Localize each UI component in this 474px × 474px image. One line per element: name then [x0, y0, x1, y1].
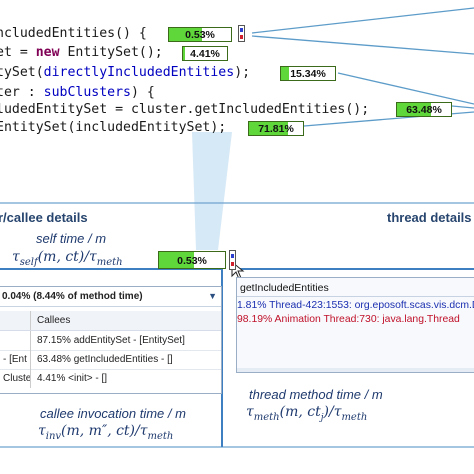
callout-line-2 [251, 35, 474, 55]
code-line-4: ter : subClusters) { [0, 85, 155, 100]
code-line-6: EntitySet(includedEntitySet); [0, 120, 227, 135]
code-line-1: ncludedEntities() { [0, 26, 147, 41]
thread-time-formula: τmeth(m, ctj)/τmeth [246, 404, 368, 423]
thread-time-label: thread method time / m [249, 387, 383, 402]
metric-badge-1[interactable]: 0.53% [168, 27, 232, 42]
callee-column-header: Callees [0, 311, 221, 331]
code-line-2: et = new EntitySet(); [0, 45, 163, 60]
callee-panel: 0.04% (8.44% of method time) ▼ Callees 8… [0, 286, 222, 394]
callee-panel-header: 0.04% (8.44% of method time) ▼ [0, 287, 221, 307]
callee-time-formula: τinv(m, m″, ct)/τmeth [38, 423, 174, 442]
callee-time-label: callee invocation time / m [40, 406, 186, 421]
dropdown-arrow-icon[interactable]: ▼ [208, 287, 217, 306]
self-time-formula: τself(m, ct)/τmeth [12, 249, 123, 268]
code-line-3: tySet(directlyIncludedEntities); [0, 65, 251, 80]
callout-line-4 [451, 105, 474, 109]
callout-line-1 [251, 7, 474, 34]
metric-badge-2[interactable]: 4.41% [182, 46, 228, 61]
metric-badge-3[interactable]: 15.34% [280, 66, 336, 81]
callee-row[interactable]: 87.15% addEntitySet - [EntitySet] [0, 331, 221, 351]
section-heading-callee: r/callee details [0, 210, 88, 225]
callout-line-3 [337, 72, 474, 105]
thread-line-2[interactable]: 98.19% Animation Thread:730: java.lang.T… [237, 313, 460, 327]
thread-panel: getIncludedEntities 1.81% Thread-423:155… [236, 277, 474, 373]
section-heading-thread: thread details [387, 210, 472, 225]
callee-row[interactable]: Cluste 4.41% <init> - [] [0, 369, 221, 388]
metric-badge-5[interactable]: 71.81% [248, 121, 304, 136]
zoom-funnel [192, 132, 232, 250]
metric-badge-details[interactable]: 0.53% [158, 251, 226, 269]
thread-line-1[interactable]: 1.81% Thread-423:1553: org.eposoft.scas.… [237, 299, 474, 313]
code-line-5: ludedEntitySet = cluster.getIncludedEnti… [0, 102, 370, 117]
thread-panel-title: getIncludedEntities [240, 282, 329, 294]
callee-row[interactable]: - [Ent 63.48% getIncludedEntities - [] [0, 350, 221, 370]
mini-indicator-details [229, 250, 236, 270]
mini-indicator-1 [238, 25, 245, 42]
self-time-label: self time / m [36, 231, 107, 246]
metric-badge-4[interactable]: 63.48% [396, 102, 452, 117]
